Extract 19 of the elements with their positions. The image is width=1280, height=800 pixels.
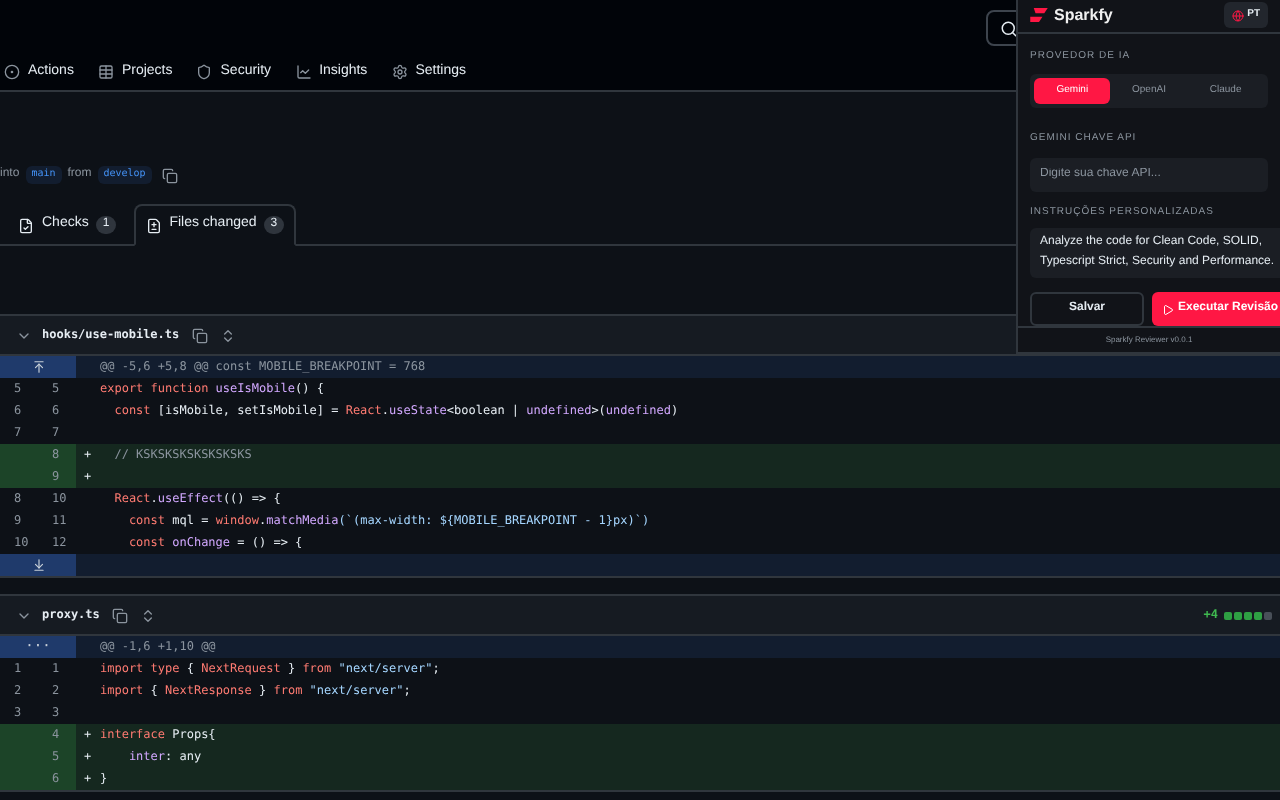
logo-icon (1030, 8, 1048, 23)
shield-icon (196, 64, 213, 80)
chart-icon (295, 64, 312, 80)
brand-name: Sparkfy (1054, 3, 1113, 28)
table-icon (97, 64, 114, 80)
search-icon (999, 19, 1017, 37)
expand-down-icon[interactable] (31, 558, 45, 572)
copy-icon[interactable] (161, 167, 178, 183)
file-icon (18, 217, 34, 233)
copy-icon[interactable] (111, 607, 128, 623)
settings-icon (391, 64, 408, 80)
expand-up-icon[interactable] (31, 360, 45, 374)
circle-dot-icon (4, 64, 20, 80)
expand-all-icon[interactable] (219, 327, 236, 343)
expand-all-icon[interactable] (139, 607, 156, 623)
file-icon (145, 217, 162, 233)
globe-icon (1231, 9, 1244, 22)
play-icon (1162, 303, 1174, 316)
copy-icon[interactable] (191, 327, 208, 343)
